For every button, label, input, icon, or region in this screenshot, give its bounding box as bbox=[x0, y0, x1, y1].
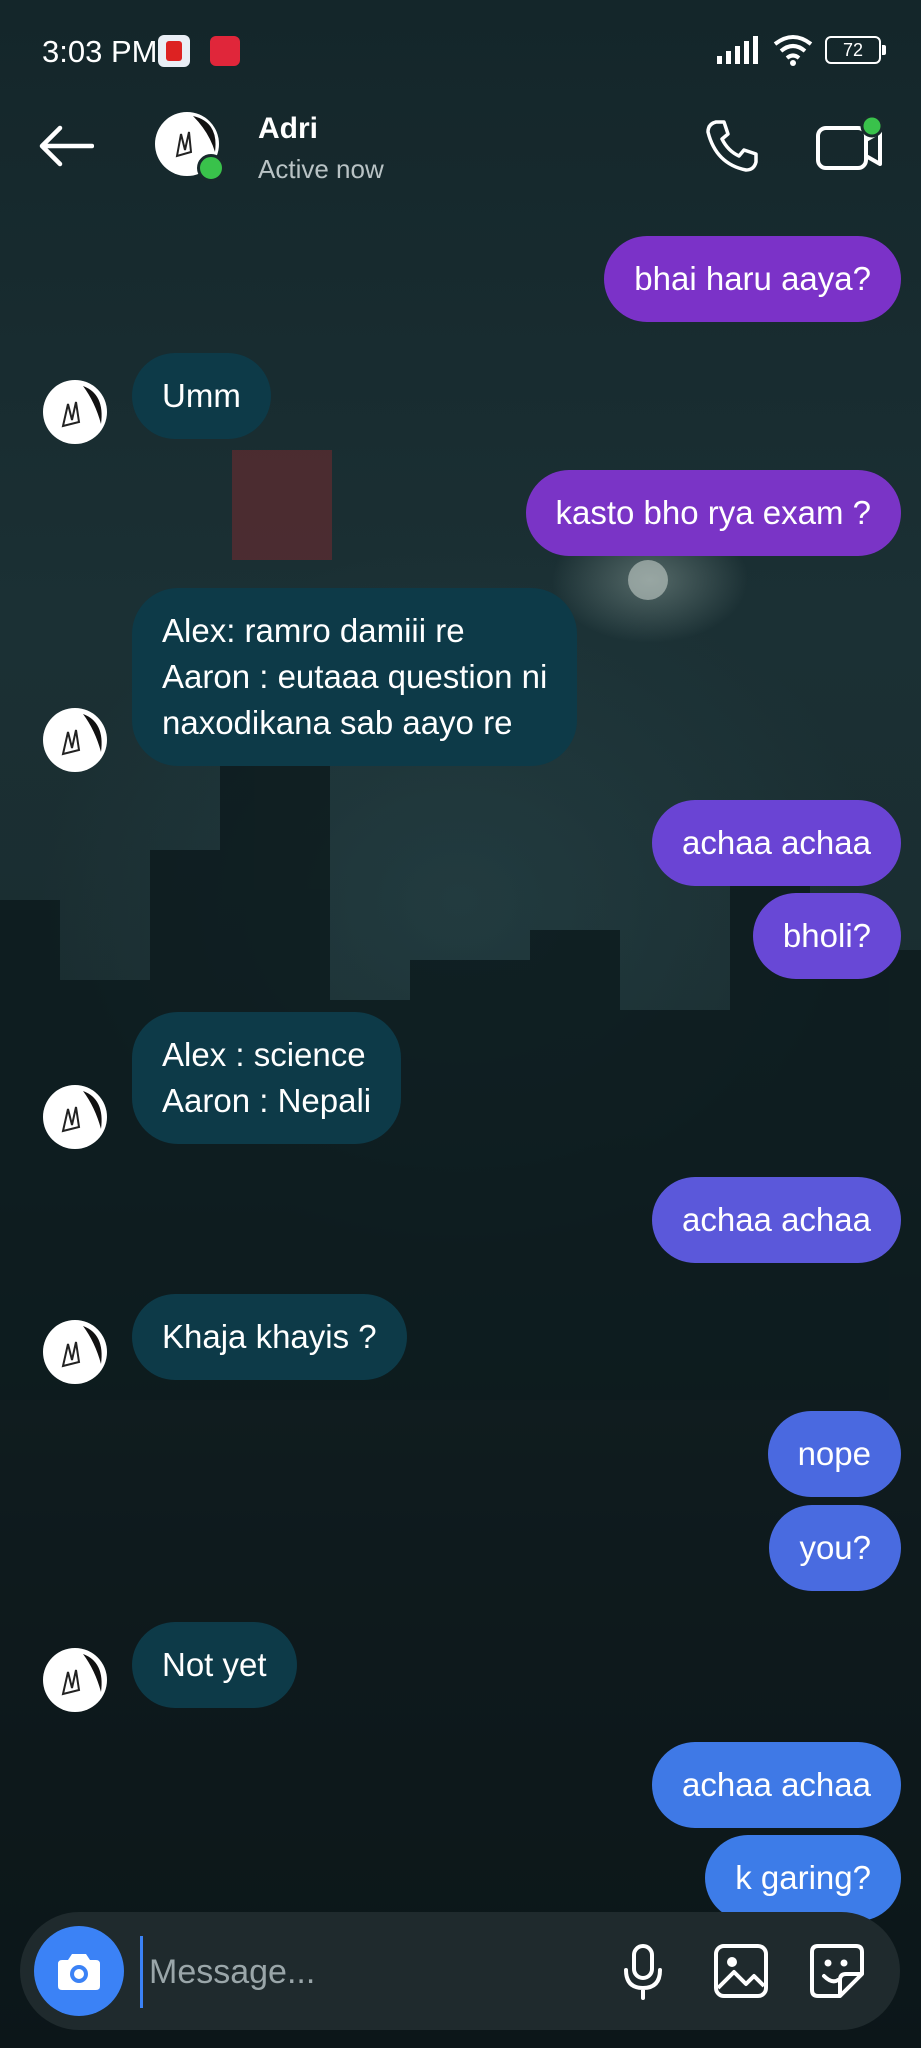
sticker-icon[interactable] bbox=[804, 1938, 870, 2004]
message-bubble-outgoing[interactable]: achaa achaa bbox=[652, 1177, 901, 1263]
sender-avatar[interactable] bbox=[43, 1085, 107, 1149]
sender-avatar[interactable] bbox=[43, 1320, 107, 1384]
message-bubble-outgoing[interactable]: achaa achaa bbox=[652, 800, 901, 886]
contact-active-status: Active now bbox=[258, 154, 384, 184]
message-bubble-outgoing[interactable]: bhai haru aaya? bbox=[604, 236, 901, 322]
image-icon[interactable] bbox=[708, 1938, 774, 2004]
sender-avatar[interactable] bbox=[43, 1648, 107, 1712]
message-bubble-incoming[interactable]: Not yet bbox=[132, 1622, 297, 1708]
status-bar: 3:03 PM 72 bbox=[0, 0, 921, 104]
signal-icon bbox=[717, 36, 758, 64]
message-bubble-outgoing[interactable]: kasto bho rya exam ? bbox=[525, 470, 901, 556]
camera-button[interactable] bbox=[34, 1926, 124, 2016]
message-bubble-incoming[interactable]: Alex : science Aaron : Nepali bbox=[132, 1012, 402, 1144]
battery-indicator: 72 bbox=[825, 36, 886, 64]
message-bubble-incoming[interactable]: Umm bbox=[132, 353, 271, 439]
microphone-icon[interactable] bbox=[610, 1938, 676, 2004]
message-input[interactable] bbox=[140, 1936, 631, 2008]
message-bubble-incoming[interactable]: Khaja khayis ? bbox=[132, 1294, 407, 1380]
contact-name[interactable]: Adri bbox=[258, 112, 318, 146]
message-bubble-outgoing[interactable]: achaa achaa bbox=[652, 1742, 901, 1828]
sender-avatar[interactable] bbox=[43, 380, 107, 444]
message-bubble-outgoing[interactable]: you? bbox=[769, 1505, 901, 1591]
message-bubble-incoming[interactable]: Alex: ramro damiii re Aaron : eutaaa que… bbox=[132, 588, 578, 766]
notification-app-icon bbox=[158, 35, 190, 67]
sender-avatar[interactable] bbox=[43, 708, 107, 772]
notification-app-icon bbox=[210, 36, 240, 66]
online-status-dot bbox=[197, 154, 225, 182]
message-bubble-outgoing[interactable]: k garing? bbox=[705, 1835, 901, 1921]
phone-icon[interactable] bbox=[704, 118, 760, 174]
video-camera-icon[interactable] bbox=[814, 116, 884, 176]
message-composer bbox=[20, 1912, 900, 2030]
message-bubble-outgoing[interactable]: bholi? bbox=[752, 893, 901, 979]
status-time: 3:03 PM bbox=[42, 34, 158, 69]
camera-icon bbox=[58, 1954, 100, 1990]
back-arrow-icon[interactable] bbox=[38, 124, 94, 168]
message-bubble-outgoing[interactable]: nope bbox=[767, 1411, 901, 1497]
wifi-icon bbox=[773, 35, 813, 66]
